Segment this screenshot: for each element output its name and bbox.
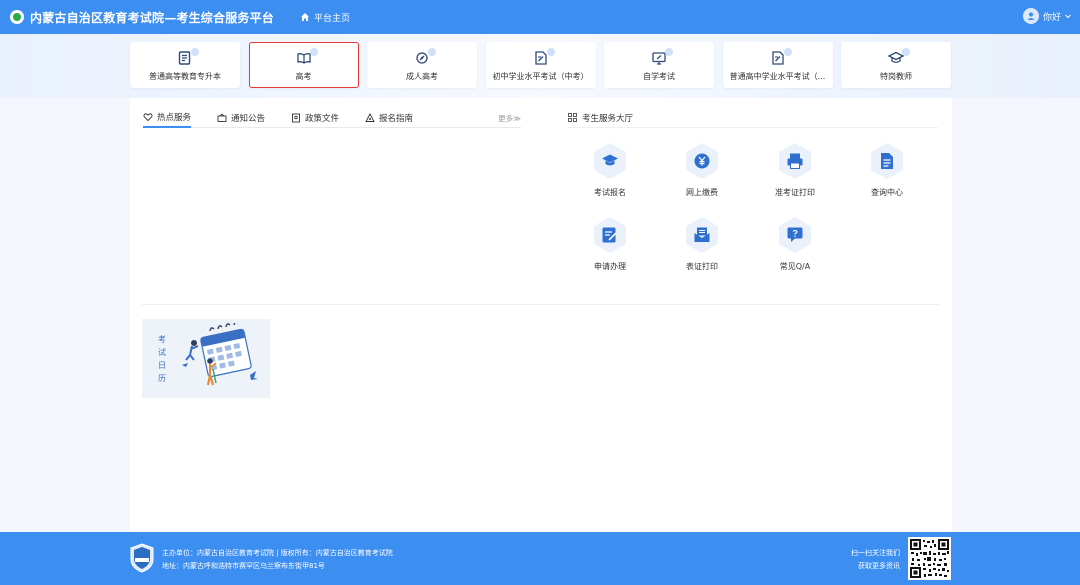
service-hall-header: 考生服务大厅 — [568, 108, 938, 128]
service-application[interactable]: 申请办理 — [570, 216, 650, 272]
footer: 主办单位：内蒙古自治区教育考试院 | 版权所有：内蒙古自治区教育考试院 地址：内… — [0, 532, 1080, 585]
tab-label: 热点服务 — [157, 113, 192, 123]
category-zhuanshengben[interactable]: 普通高等教育专升本 — [130, 42, 240, 88]
file-icon — [292, 113, 300, 123]
heart-icon — [143, 113, 153, 122]
category-label: 普通高中学业水平考试（... — [729, 71, 826, 81]
category-gaokao[interactable]: 高考 — [248, 42, 359, 88]
category-label: 特岗教师 — [880, 71, 912, 81]
service-faq[interactable]: 常见Q/A — [755, 216, 835, 272]
tab-guide[interactable]: 报名指南 — [365, 108, 413, 128]
service-label: 表证打印 — [686, 262, 718, 271]
edit-document-icon — [770, 47, 792, 67]
tab-hot-services[interactable]: 热点服务 — [143, 108, 192, 128]
open-book-icon — [296, 47, 318, 67]
category-label: 初中学业水平考试（中考） — [492, 71, 589, 81]
news-tabs: 热点服务 通知公告 政策文件 报名指南 更多≫ — [143, 108, 521, 128]
tab-notices[interactable]: 通知公告 — [217, 108, 265, 128]
chevron-down-icon — [1065, 14, 1071, 19]
section-divider — [142, 304, 939, 305]
search-document-icon — [868, 142, 906, 180]
service-query-center[interactable]: 查询中心 — [847, 142, 927, 198]
guide-icon — [365, 113, 375, 122]
calendar-illustration — [182, 323, 258, 386]
calendar-char: 历 — [158, 374, 166, 383]
service-form-print[interactable]: 表证打印 — [662, 216, 742, 272]
user-greeting: 你好 — [1042, 12, 1061, 23]
institution-emblem-icon — [130, 543, 154, 573]
category-xueye-shuiping[interactable]: 普通高中学业水平考试（... — [722, 42, 833, 88]
home-link-label: 平台主页 — [314, 13, 351, 24]
main-panel: 热点服务 通知公告 政策文件 报名指南 更多≫ 考生服务大厅 考试报名 网上缴费… — [130, 98, 952, 532]
footer-qr-caption: 扫一扫关注我们 — [851, 549, 900, 557]
home-icon — [301, 13, 310, 21]
service-label: 申请办理 — [594, 262, 626, 271]
service-hall-title: 考生服务大厅 — [582, 113, 634, 124]
service-label: 考试报名 — [594, 188, 626, 197]
service-label: 常见Q/A — [779, 262, 811, 271]
category-zhongkao[interactable]: 初中学业水平考试（中考） — [485, 42, 596, 88]
user-menu[interactable]: 你好 — [1022, 8, 1072, 24]
category-label: 普通高等教育专升本 — [149, 71, 221, 81]
service-label: 查询中心 — [871, 188, 903, 197]
exam-calendar-card[interactable]: 考 试 日 历 — [142, 319, 270, 398]
top-bar: 内蒙古自治区教育考试院—考生综合服务平台 平台主页 你好 — [0, 0, 1080, 34]
yuan-payment-icon — [683, 142, 721, 180]
document-list-icon — [177, 47, 199, 67]
category-chengren-gaokao[interactable]: 成人高考 — [367, 42, 477, 88]
grid-icon — [568, 113, 577, 122]
category-label: 自学考试 — [643, 71, 675, 81]
tab-label: 报名指南 — [379, 114, 414, 124]
avatar-icon — [1022, 8, 1039, 24]
calendar-title: 考 试 日 历 — [157, 333, 167, 385]
edit-document-icon — [533, 47, 555, 67]
category-zixue-kaoshi[interactable]: 自学考试 — [604, 42, 714, 88]
footer-sponsor: 主办单位：内蒙古自治区教育考试院 | 版权所有：内蒙古自治区教育考试院 — [162, 549, 393, 557]
category-label: 成人高考 — [406, 71, 438, 81]
service-label: 准考证打印 — [775, 188, 815, 197]
tab-label: 政策文件 — [305, 114, 340, 124]
home-link[interactable]: 平台主页 — [300, 11, 350, 24]
printer-icon — [776, 142, 814, 180]
exam-category-list: 普通高等教育专升本 高考 成人高考 初中学业水平考试（中考） 自学考试 普通高中… — [130, 42, 960, 88]
chat-question-icon — [776, 216, 814, 254]
category-tegang-jiaoshi[interactable]: 特岗教师 — [841, 42, 951, 88]
category-label: 高考 — [295, 71, 312, 81]
calendar-char: 日 — [158, 361, 166, 370]
mail-print-icon — [683, 216, 721, 254]
site-title: 内蒙古自治区教育考试院—考生综合服务平台 — [30, 10, 275, 25]
graduation-cap-icon — [591, 142, 629, 180]
notice-icon — [217, 113, 227, 122]
qr-code — [908, 537, 951, 580]
service-admission-ticket-print[interactable]: 准考证打印 — [755, 142, 835, 198]
footer-address: 地址：内蒙古呼和浩特市赛罕区乌兰察布东街甲81号 — [162, 562, 325, 570]
more-link[interactable]: 更多≫ — [498, 113, 521, 124]
service-label: 网上缴费 — [686, 188, 718, 197]
monitor-edit-icon — [651, 47, 673, 67]
application-edit-icon — [591, 216, 629, 254]
tab-policy-files[interactable]: 政策文件 — [291, 108, 339, 128]
footer-qr-subcaption: 获取更多资讯 — [858, 562, 900, 570]
pen-badge-icon — [414, 47, 436, 67]
graduation-cap-icon — [888, 47, 910, 67]
service-online-payment[interactable]: 网上缴费 — [662, 142, 742, 198]
calendar-char: 考 — [158, 335, 166, 344]
service-exam-registration[interactable]: 考试报名 — [570, 142, 650, 198]
calendar-char: 试 — [158, 348, 166, 357]
site-logo — [10, 10, 24, 24]
tab-label: 通知公告 — [231, 114, 266, 124]
